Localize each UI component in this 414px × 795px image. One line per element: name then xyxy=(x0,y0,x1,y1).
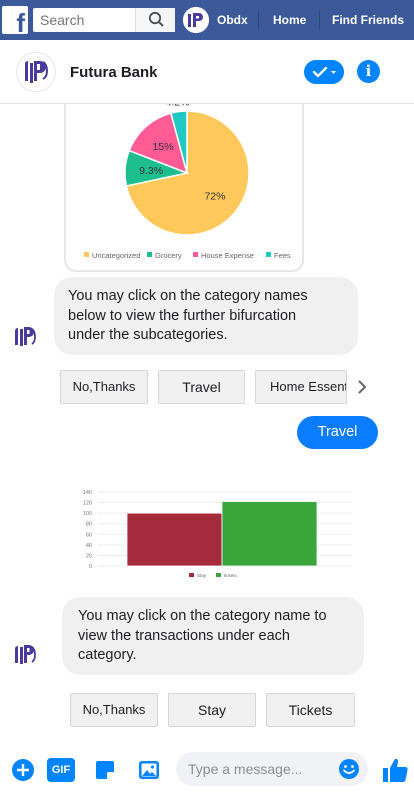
emoji-icon[interactable] xyxy=(338,758,360,780)
info-glyph: i xyxy=(365,62,372,80)
bot-message-2: You may click on the category name to vi… xyxy=(62,597,364,675)
quick-reply-no-thanks[interactable]: No,Thanks xyxy=(60,370,148,404)
y-tick-label: 40 xyxy=(86,543,92,549)
quick-reply-no-thanks[interactable]: No,Thanks xyxy=(70,693,158,727)
nav-find-friends-link[interactable]: Find Friends xyxy=(332,13,404,27)
y-tick-label: 80 xyxy=(86,522,92,528)
search-box xyxy=(33,8,175,32)
chevron-right-icon[interactable] xyxy=(355,378,369,396)
chat-header: Futura Bank i xyxy=(0,40,414,104)
message-line: category. xyxy=(78,647,137,663)
search-input[interactable] xyxy=(33,8,141,32)
futura-logo-icon xyxy=(183,7,209,33)
bot-avatar xyxy=(10,640,40,670)
y-tick-label: 60 xyxy=(86,532,92,538)
message-input-wrapper xyxy=(176,752,368,786)
pie-data-label: 15% xyxy=(152,141,173,153)
legend-label: Stay xyxy=(197,573,207,578)
info-icon[interactable]: i xyxy=(357,60,380,83)
quick-reply-travel[interactable]: Travel xyxy=(158,370,245,404)
message-line: view the transactions under each xyxy=(78,627,290,644)
like-icon[interactable] xyxy=(380,755,410,785)
legend-label: House Expense xyxy=(201,251,254,260)
pie-data-label: 9.3% xyxy=(139,165,163,177)
nav-home-link[interactable]: Home xyxy=(273,13,306,27)
pie-data-label: 72% xyxy=(204,191,225,203)
bank-name: Futura Bank xyxy=(70,64,158,81)
y-tick-label: 0 xyxy=(89,564,92,570)
legend-label: tickets xyxy=(224,573,238,578)
search-button[interactable] xyxy=(135,8,175,32)
legend-swatch xyxy=(189,573,194,577)
profile-name: Obdx xyxy=(217,13,248,27)
legend-label: Uncategorized xyxy=(92,251,140,260)
facebook-top-bar: f Obdx Home Find Friends xyxy=(0,0,414,40)
y-tick-label: 140 xyxy=(83,490,92,496)
message-line: You may click on the category name to xyxy=(78,608,327,624)
divider xyxy=(258,11,259,29)
message-line: You may click on the category names xyxy=(68,288,308,304)
pie-chart-card: 72%9.3%15%4.2%UncategorizedGroceryHouse … xyxy=(64,84,304,272)
bar-chart-card: 140 120 100 80 60 40 20 0 Stay tickets xyxy=(70,484,358,584)
bar-tickets xyxy=(221,501,318,567)
bar-stay xyxy=(126,512,223,567)
quick-reply-home-essentials[interactable]: Home Essenti xyxy=(255,370,347,404)
divider xyxy=(319,11,320,29)
message-input[interactable] xyxy=(188,752,328,786)
profile-avatar xyxy=(183,7,209,33)
y-tick-label: 100 xyxy=(83,511,92,517)
facebook-logo-letter: f xyxy=(16,8,25,38)
sticker-icon[interactable] xyxy=(93,758,117,782)
bot-avatar xyxy=(10,322,40,352)
bank-avatar[interactable] xyxy=(16,52,56,92)
check-menu-button[interactable] xyxy=(304,60,344,84)
legend-swatch xyxy=(147,252,152,257)
futura-logo-icon xyxy=(15,645,36,664)
pie-chart: 72%9.3%15%4.2%UncategorizedGroceryHouse … xyxy=(84,97,291,260)
quick-reply-tickets[interactable]: Tickets xyxy=(266,693,355,727)
message-line: under the subcategories. xyxy=(68,327,228,343)
legend-label: Fees xyxy=(274,251,291,260)
y-tick-label: 120 xyxy=(83,501,92,507)
search-icon xyxy=(148,11,164,27)
bot-message-1: You may click on the category names belo… xyxy=(54,277,358,355)
futura-logo-icon xyxy=(17,53,55,91)
legend-swatch xyxy=(266,252,271,257)
futura-logo-icon xyxy=(15,327,36,346)
image-icon[interactable] xyxy=(137,758,161,782)
legend-label: Grocery xyxy=(155,251,182,260)
bar-chart: 140 120 100 80 60 40 20 0 Stay tickets xyxy=(83,490,352,578)
quick-reply-stay[interactable]: Stay xyxy=(168,693,256,727)
facebook-logo-icon[interactable]: f xyxy=(2,6,28,38)
gif-icon[interactable]: GIF xyxy=(47,758,75,782)
user-message-travel: Travel xyxy=(297,416,378,449)
legend-swatch xyxy=(216,573,221,577)
checkmark-icon xyxy=(312,66,336,78)
plus-icon[interactable] xyxy=(11,758,35,782)
y-tick-label: 20 xyxy=(86,553,92,559)
legend-swatch xyxy=(84,252,89,257)
message-line: below to view the further bifurcation xyxy=(68,307,297,324)
legend-swatch xyxy=(193,252,198,257)
